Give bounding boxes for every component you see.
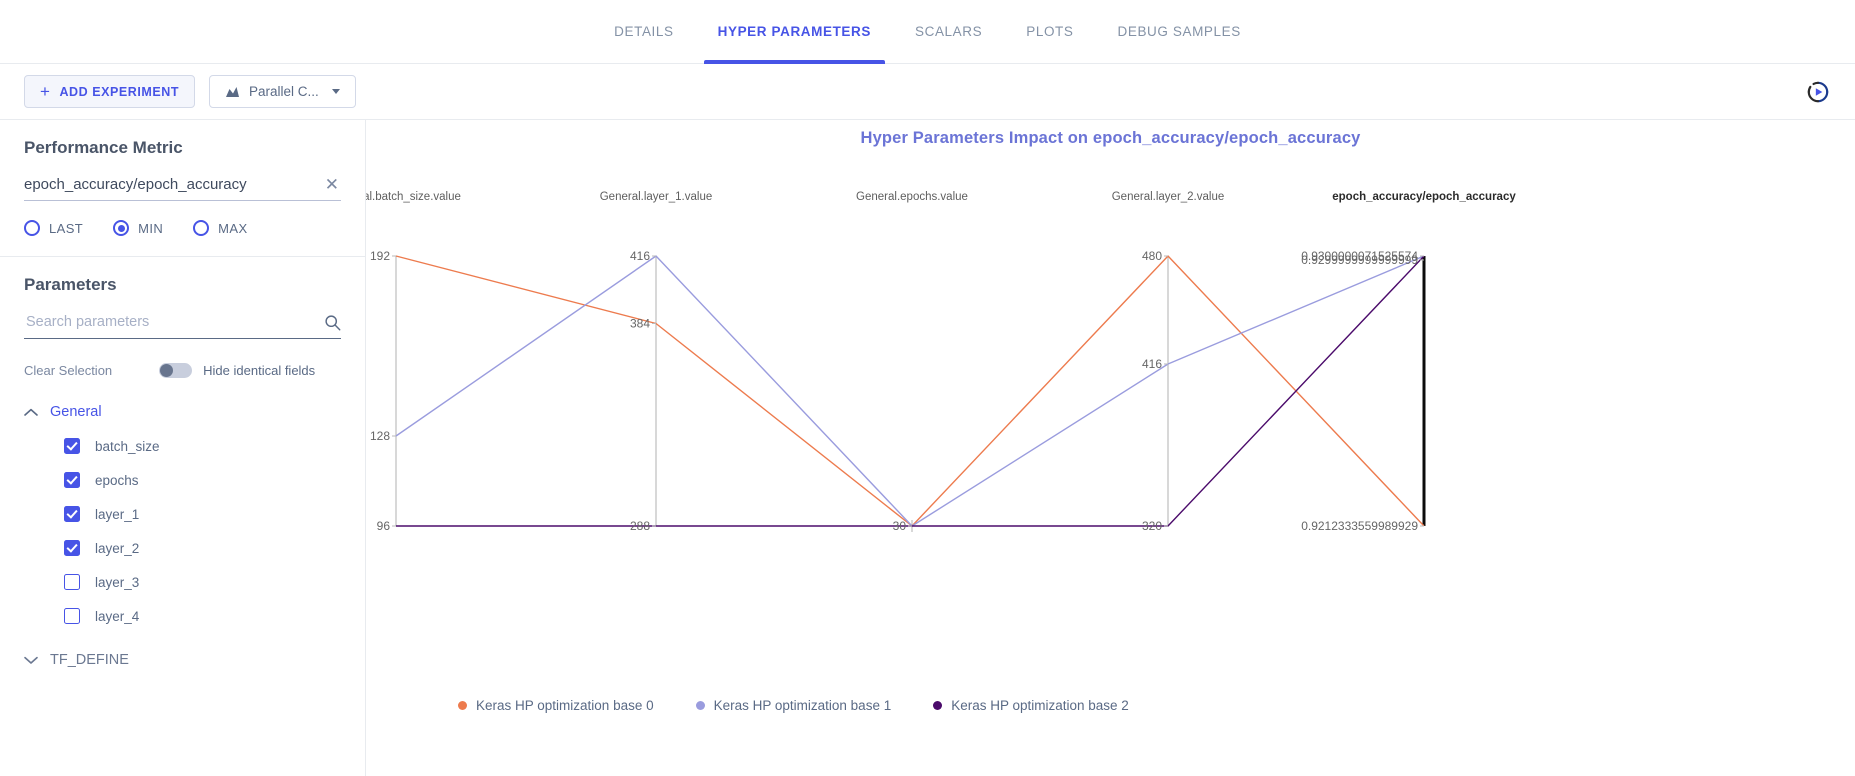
- chart-type-select[interactable]: Parallel C...: [209, 75, 356, 108]
- parameter-label: epochs: [95, 472, 139, 488]
- tab-plots[interactable]: PLOTS: [1004, 0, 1095, 64]
- parameter-group-tf-define[interactable]: TF_DEFINE: [24, 652, 341, 668]
- parameter-item-layer_3[interactable]: layer_3: [24, 574, 341, 590]
- radio-min[interactable]: MIN: [113, 220, 163, 236]
- legend-color-dot: [933, 701, 943, 710]
- svg-text:General.epochs.value: General.epochs.value: [856, 191, 968, 203]
- parameter-item-epochs[interactable]: epochs: [24, 472, 341, 488]
- search-parameters-row[interactable]: [24, 313, 341, 339]
- checkbox-icon[interactable]: [64, 608, 80, 624]
- svg-text:30: 30: [893, 519, 907, 533]
- legend-label: Keras HP optimization base 1: [713, 698, 892, 713]
- parameter-group-general-label: General: [50, 404, 102, 420]
- add-experiment-label: ADD EXPERIMENT: [59, 84, 180, 99]
- auto-refresh-icon[interactable]: [1805, 79, 1831, 105]
- checkbox-icon[interactable]: [64, 472, 80, 488]
- chart-panel: Hyper Parameters Impact on epoch_accurac…: [366, 120, 1855, 776]
- radio-circle-icon: [24, 220, 40, 236]
- legend-color-dot: [695, 701, 705, 710]
- performance-metric-field[interactable]: epoch_accuracy/epoch_accuracy ✕: [24, 176, 341, 201]
- hide-identical-fields-toggle[interactable]: [159, 363, 193, 378]
- svg-text:General.layer_1.value: General.layer_1.value: [600, 191, 713, 203]
- checkbox-icon[interactable]: [64, 438, 80, 454]
- svg-text:416: 416: [630, 249, 650, 263]
- tab-hyper-parameters[interactable]: HYPER PARAMETERS: [696, 0, 893, 64]
- parameter-label: batch_size: [95, 438, 160, 454]
- legend-item-series-2[interactable]: Keras HP optimization base 2: [933, 698, 1129, 713]
- chevron-up-icon: [24, 408, 38, 416]
- svg-text:0.9299999999999999: 0.9299999999999999: [1301, 253, 1418, 267]
- parameters-panel: Parameters Clear Selection Hide identica…: [0, 257, 365, 378]
- parameter-label: layer_2: [95, 540, 140, 556]
- legend-label: Keras HP optimization base 0: [476, 698, 654, 713]
- plus-icon: +: [40, 82, 51, 101]
- parameter-group-general[interactable]: General: [24, 404, 341, 420]
- parameter-item-batch_size[interactable]: batch_size: [24, 438, 341, 454]
- radio-max[interactable]: MAX: [193, 220, 247, 236]
- radio-max-label: MAX: [218, 220, 248, 236]
- parameters-title: Parameters: [24, 275, 117, 294]
- parallel-coordinates-plot: General.batch_size.value General.layer_1.…: [366, 178, 1855, 698]
- clear-selection-button[interactable]: Clear Selection: [24, 363, 112, 378]
- parameter-options-row: Clear Selection Hide identical fields: [24, 363, 341, 378]
- add-experiment-button[interactable]: + ADD EXPERIMENT: [24, 75, 196, 108]
- parameter-item-layer_2[interactable]: layer_2: [24, 540, 341, 556]
- search-icon[interactable]: [324, 314, 341, 331]
- svg-text:General.batch_size.value: General.batch_size.value: [366, 191, 461, 203]
- chevron-down-icon: [24, 656, 38, 664]
- left-sidebar: Performance Metric epoch_accuracy/epoch_…: [0, 120, 366, 776]
- svg-text:288: 288: [630, 519, 650, 533]
- parameter-label: layer_4: [95, 608, 140, 624]
- metric-mode-radiogroup: LAST MIN MAX: [24, 220, 341, 236]
- radio-last-label: LAST: [49, 220, 84, 236]
- parallel-chart-icon: [226, 86, 240, 97]
- search-input[interactable]: [24, 313, 324, 331]
- radio-circle-icon: [193, 220, 210, 236]
- tab-details[interactable]: DETAILS: [592, 0, 695, 64]
- tab-scalars[interactable]: SCALARS: [893, 0, 1004, 64]
- parameters-list: General batch_size epochs layer_1 layer_…: [0, 404, 365, 668]
- parameter-label: layer_3: [95, 574, 140, 590]
- performance-metric-value: epoch_accuracy/epoch_accuracy: [24, 176, 247, 193]
- svg-text:0.9212333559989929: 0.9212333559989929: [1301, 519, 1418, 533]
- svg-text:416: 416: [1142, 357, 1162, 371]
- svg-text:320: 320: [1142, 519, 1162, 533]
- chart-legend: Keras HP optimization base 0 Keras HP op…: [366, 698, 1855, 713]
- hide-identical-fields-row: Hide identical fields: [159, 363, 315, 378]
- parameter-item-layer_4[interactable]: layer_4: [24, 608, 341, 624]
- svg-text:epoch_accuracy/epoch_accuracy: epoch_accuracy/epoch_accuracy: [1332, 191, 1516, 203]
- parameter-label: layer_1: [95, 506, 140, 522]
- svg-text:384: 384: [630, 317, 650, 331]
- tab-debug-samples[interactable]: DEBUG SAMPLES: [1096, 0, 1263, 64]
- parameter-group-tf-define-label: TF_DEFINE: [50, 652, 129, 668]
- toolbar: + ADD EXPERIMENT Parallel C...: [0, 64, 1855, 120]
- svg-text:192: 192: [370, 249, 390, 263]
- radio-circle-icon: [113, 220, 130, 236]
- radio-min-label: MIN: [138, 220, 164, 236]
- checkbox-icon[interactable]: [64, 574, 80, 590]
- checkbox-icon[interactable]: [64, 540, 80, 556]
- main-tabbar: DETAILS HYPER PARAMETERS SCALARS PLOTS D…: [0, 0, 1855, 64]
- hide-identical-fields-label: Hide identical fields: [203, 363, 316, 378]
- tab-list: DETAILS HYPER PARAMETERS SCALARS PLOTS D…: [592, 0, 1263, 64]
- performance-metric-panel: Performance Metric epoch_accuracy/epoch_…: [0, 120, 365, 257]
- parallel-coordinates-svg[interactable]: General.batch_size.value General.layer_1.…: [366, 178, 1855, 698]
- legend-item-series-0[interactable]: Keras HP optimization base 0: [458, 698, 654, 713]
- svg-text:480: 480: [1142, 249, 1162, 263]
- chart-type-label: Parallel C...: [249, 84, 319, 99]
- legend-color-dot: [458, 701, 467, 710]
- legend-label: Keras HP optimization base 2: [951, 698, 1129, 713]
- chevron-down-icon: [331, 89, 340, 94]
- performance-metric-title: Performance Metric: [24, 138, 183, 157]
- legend-item-series-1[interactable]: Keras HP optimization base 1: [695, 698, 892, 713]
- parameter-item-layer_1[interactable]: layer_1: [24, 506, 341, 522]
- svg-text:General.layer_2.value: General.layer_2.value: [1112, 191, 1225, 203]
- checkbox-icon[interactable]: [64, 506, 80, 522]
- chart-title: Hyper Parameters Impact on epoch_accurac…: [860, 129, 1361, 147]
- svg-text:128: 128: [370, 429, 390, 443]
- radio-last[interactable]: LAST: [24, 220, 83, 236]
- hyper-parameters-page: DETAILS HYPER PARAMETERS SCALARS PLOTS D…: [0, 0, 1855, 776]
- svg-text:96: 96: [377, 519, 391, 533]
- close-icon[interactable]: ✕: [323, 176, 341, 193]
